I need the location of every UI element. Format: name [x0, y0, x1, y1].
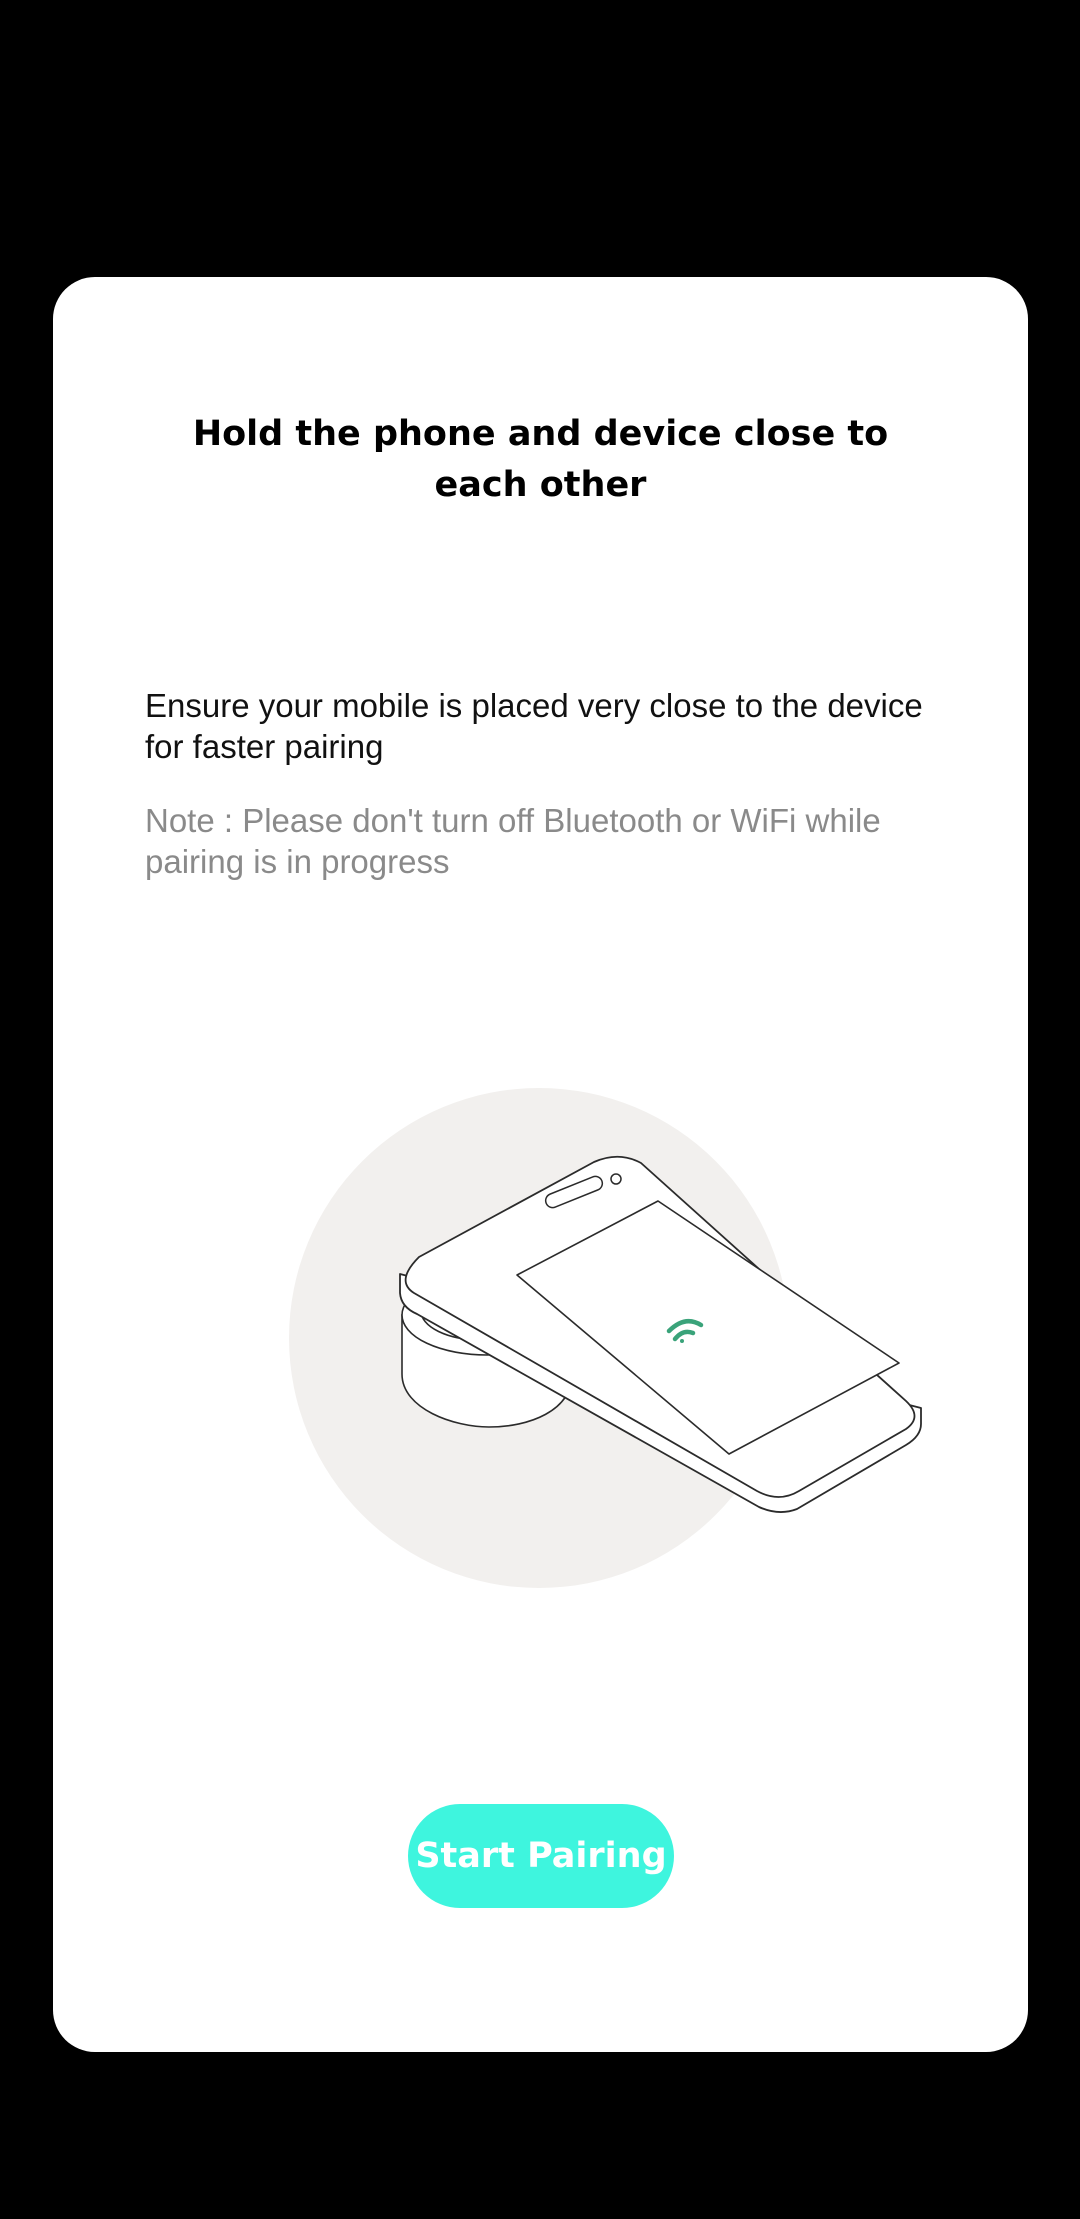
- dialog-title: Hold the phone and device close to each …: [192, 414, 889, 505]
- screen: Hold the phone and device close to each …: [0, 0, 1080, 2219]
- instruction-text: Ensure your mobile is placed very close …: [145, 687, 923, 765]
- note-text: Note : Please don't turn off Bluetooth o…: [145, 802, 881, 880]
- phone-on-device-illustration: [289, 1088, 922, 1588]
- pairing-dialog: Hold the phone and device close to each …: [53, 277, 1028, 2052]
- start-pairing-button[interactable]: Start Pairing: [408, 1804, 674, 1908]
